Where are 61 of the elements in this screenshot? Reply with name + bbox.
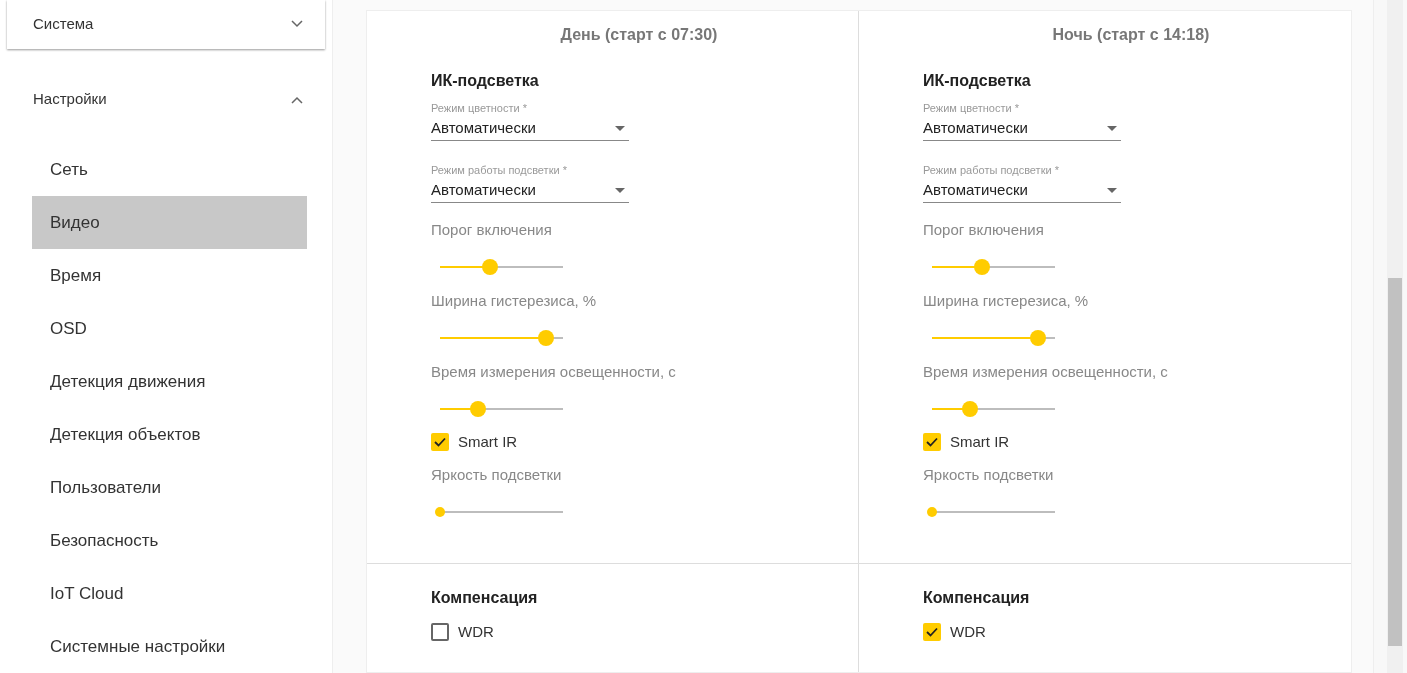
slider-thumb[interactable] [962, 401, 979, 417]
scrollbar-thumb[interactable] [1388, 278, 1402, 646]
accordion-header[interactable]: Настройки [7, 63, 325, 135]
chevron-up-icon [291, 95, 303, 104]
slider-thumb[interactable] [435, 507, 445, 517]
dropdown-arrow-icon [1107, 188, 1117, 193]
section-title: Компенсация [923, 588, 1031, 608]
menu-item[interactable]: Системные настройки [32, 620, 307, 673]
checkbox-label: WDR [950, 621, 986, 642]
accordion-header[interactable]: Система [7, 0, 325, 48]
menu-item[interactable]: Пользователи [32, 461, 307, 514]
menu-item[interactable]: Сеть [32, 143, 307, 196]
menu-item[interactable]: OSD [32, 302, 307, 355]
field-label: Режим работы подсветки * [431, 164, 568, 177]
scrollbar[interactable] [1387, 0, 1403, 673]
dropdown-arrow-icon [615, 188, 625, 193]
checkmark-icon [926, 437, 938, 447]
slider-thumb[interactable] [482, 259, 499, 275]
checkbox[interactable] [923, 433, 941, 451]
slider-label: Ширина гистерезиса, % [431, 292, 598, 310]
checkbox[interactable] [431, 623, 449, 641]
section-title: ИК-подсветка [923, 71, 1032, 91]
select-field[interactable]: Автоматически [431, 117, 629, 141]
slider-thumb[interactable] [974, 259, 991, 275]
select-field[interactable]: Автоматически [923, 117, 1121, 141]
section-title: ИК-подсветка [431, 71, 540, 91]
checkbox[interactable] [923, 623, 941, 641]
slider-label: Яркость подсветки [431, 466, 563, 484]
checkmark-icon [434, 437, 446, 447]
slider-thumb[interactable] [470, 401, 487, 417]
slider-label: Время измерения освещенности, с [431, 363, 677, 381]
menu-item[interactable]: Детекция объектов [32, 408, 307, 461]
slider-label: Ширина гистерезиса, % [923, 292, 1090, 310]
checkbox-label: WDR [458, 621, 494, 642]
select-field[interactable]: Автоматически [923, 179, 1121, 203]
menu-item[interactable]: IoT Cloud [32, 567, 307, 620]
checkbox[interactable] [431, 433, 449, 451]
slider-thumb[interactable] [537, 330, 554, 346]
field-label: Режим цветности * [431, 102, 528, 115]
menu-item[interactable]: Время [32, 249, 307, 302]
field-label: Режим цветности * [923, 102, 1020, 115]
slider-thumb[interactable] [927, 507, 937, 517]
chevron-down-icon [291, 20, 303, 28]
dropdown-arrow-icon [1107, 126, 1117, 131]
slider-thumb[interactable] [1029, 330, 1046, 346]
checkmark-icon [926, 627, 938, 637]
checkbox-label: Smart IR [458, 431, 518, 452]
select-field[interactable]: Автоматически [431, 179, 629, 203]
dropdown-arrow-icon [615, 126, 625, 131]
field-label: Режим работы подсветки * [923, 164, 1060, 177]
slider-label: Яркость подсветки [923, 466, 1055, 484]
section-title: Компенсация [431, 588, 539, 608]
column-header: День (старт с 07:30) [559, 25, 719, 45]
column-header: Ночь (старт с 14:18) [1051, 25, 1211, 45]
slider-label: Порог включения [923, 221, 1045, 239]
menu-item[interactable]: Детекция движения [32, 355, 307, 408]
checkbox-label: Smart IR [950, 431, 1010, 452]
slider-label: Порог включения [431, 221, 553, 239]
slider-label: Время измерения освещенности, с [923, 363, 1169, 381]
menu-item[interactable]: Безопасность [32, 514, 307, 567]
menu-item[interactable]: Видео [32, 196, 307, 249]
